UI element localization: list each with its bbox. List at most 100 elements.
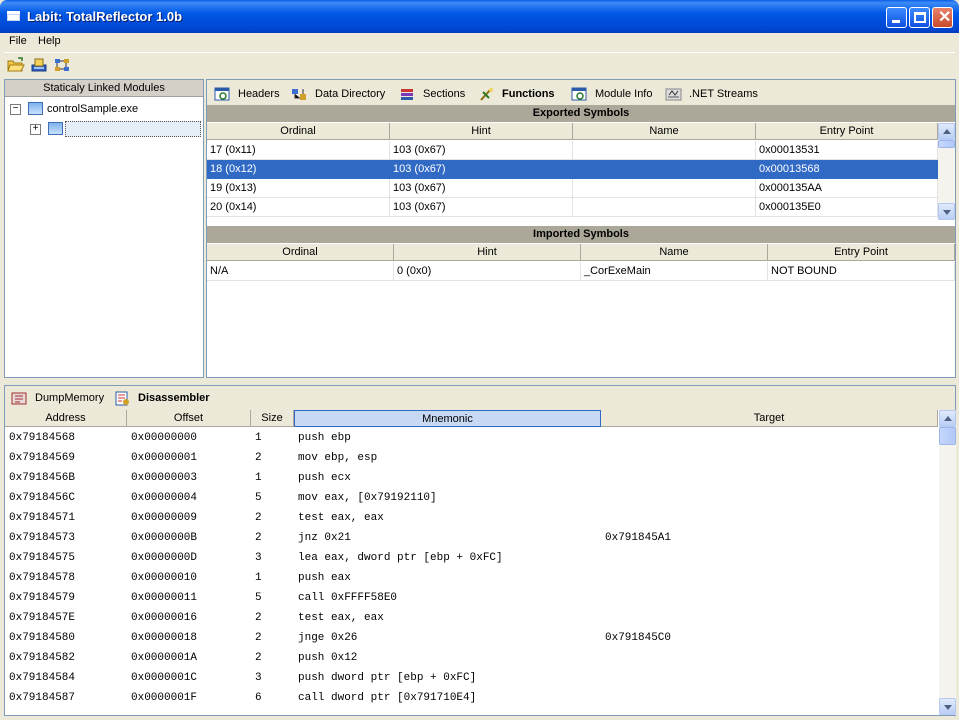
table-row[interactable]: 0x79184571 0x00000009 2 test eax, eax <box>5 508 938 528</box>
maximize-button[interactable] <box>909 7 930 28</box>
table-row[interactable]: 0x79184573 0x0000000B 2 jnz 0x21 0x791845A1 <box>5 528 938 548</box>
tree-child-node[interactable]: + <box>29 121 201 139</box>
tab-data-directory[interactable]: Data Directory <box>291 86 385 102</box>
table-cell[interactable]: NOT BOUND <box>768 262 955 281</box>
title-bar[interactable]: Labit: TotalReflector 1.0b ✕ <box>0 0 959 33</box>
table-cell[interactable]: 0x00013568 <box>756 160 938 179</box>
imported-col-name[interactable]: Name <box>581 244 768 261</box>
table-cell[interactable] <box>573 179 756 198</box>
table-row[interactable]: 0x79184582 0x0000001A 2 push 0x12 <box>5 648 938 668</box>
scroll-down-button[interactable] <box>939 698 956 715</box>
table-row[interactable]: 0x79184584 0x0000001C 3 push dword ptr [ebp… <box>5 668 938 688</box>
load-module-icon[interactable] <box>30 57 48 73</box>
scroll-thumb[interactable] <box>938 140 955 148</box>
menu-file[interactable]: File <box>9 35 27 47</box>
table-cell: 0x00000001 <box>131 452 198 464</box>
table-cell[interactable]: 103 (0x67) <box>390 160 573 179</box>
exported-scrollbar[interactable] <box>938 123 955 220</box>
table-row[interactable]: N/A <box>207 262 394 281</box>
sections-icon <box>401 88 413 100</box>
exported-col-hint[interactable]: Hint <box>390 123 573 140</box>
menu-help[interactable]: Help <box>38 35 61 47</box>
table-row[interactable]: 0x79184578 0x00000010 1 push eax <box>5 568 938 588</box>
table-row[interactable]: 0x79184580 0x00000018 2 jnge 0x26 0x791845C0 <box>5 628 938 648</box>
table-row[interactable]: 20 (0x14) <box>207 198 390 217</box>
table-cell: push eax <box>298 572 351 584</box>
pe-tab-strip: Headers Data Directory Sections Function… <box>207 80 955 106</box>
disasm-col-target[interactable]: Target <box>601 410 938 427</box>
imported-col-hint[interactable]: Hint <box>394 244 581 261</box>
table-cell[interactable]: 0x00013531 <box>756 141 938 160</box>
disasm-col-size[interactable]: Size <box>251 410 294 427</box>
table-row[interactable]: 19 (0x13) <box>207 179 390 198</box>
table-row[interactable]: 0x7918457E 0x00000016 2 test eax, eax <box>5 608 938 628</box>
table-cell: 0x79184578 <box>9 572 76 584</box>
table-cell: push 0x12 <box>298 652 358 664</box>
table-cell[interactable]: 0x000135E0 <box>756 198 938 217</box>
table-row-selected[interactable]: 18 (0x12) <box>207 160 390 179</box>
functions-icon <box>480 87 493 101</box>
window-icon <box>7 11 20 21</box>
reflect-icon[interactable] <box>53 57 71 73</box>
tab-functions[interactable]: Functions <box>478 86 555 102</box>
tab-headers[interactable]: Headers <box>214 86 280 102</box>
tab-disassembler-label: Disassembler <box>138 392 210 404</box>
tab-dump-memory[interactable]: DumpMemory <box>11 390 104 406</box>
memory-panel: DumpMemory Disassembler Address Offset S… <box>4 385 956 716</box>
table-cell: call dword ptr [0x791710E4] <box>298 692 477 704</box>
tab-net-streams-label: .NET Streams <box>689 88 758 100</box>
table-cell[interactable]: _CorExeMain <box>581 262 768 281</box>
table-row[interactable]: 0x79184587 0x0000001F 6 call dword ptr [0x7… <box>5 688 938 708</box>
table-cell[interactable]: 103 (0x67) <box>390 198 573 217</box>
collapse-icon[interactable]: − <box>10 104 21 115</box>
minimize-button[interactable] <box>886 7 907 28</box>
table-row[interactable]: 0x7918456B 0x00000003 1 push ecx <box>5 468 938 488</box>
imported-col-ordinal[interactable]: Ordinal <box>207 244 394 261</box>
table-cell: 2 <box>255 612 262 624</box>
table-row[interactable]: 0x79184579 0x00000011 5 call 0xFFFF58E0 <box>5 588 938 608</box>
table-cell[interactable] <box>573 141 756 160</box>
table-cell: 0x7918456B <box>9 472 76 484</box>
tab-sections[interactable]: Sections <box>399 86 465 102</box>
close-button[interactable]: ✕ <box>932 7 953 28</box>
table-row[interactable]: 0x79184568 0x00000000 1 push ebp <box>5 428 938 448</box>
exported-col-name[interactable]: Name <box>573 123 756 140</box>
open-folder-icon[interactable] <box>7 57 25 73</box>
tab-headers-label: Headers <box>238 88 280 100</box>
disasm-col-offset[interactable]: Offset <box>127 410 251 427</box>
table-cell: jnge 0x26 <box>298 632 358 644</box>
table-row[interactable]: 0x79184575 0x0000000D 3 lea eax, dword ptr … <box>5 548 938 568</box>
scroll-thumb[interactable] <box>939 427 956 445</box>
scroll-down-button[interactable] <box>938 203 955 220</box>
table-row[interactable]: 0x7918456C 0x00000004 5 mov eax, [0x7919211… <box>5 488 938 508</box>
table-row[interactable]: 17 (0x11) <box>207 141 390 160</box>
table-cell: 6 <box>255 692 262 704</box>
tab-dump-memory-label: DumpMemory <box>35 392 105 404</box>
table-cell[interactable] <box>573 160 756 179</box>
close-icon: ✕ <box>938 9 952 26</box>
tab-disassembler[interactable]: Disassembler <box>114 390 210 406</box>
disasm-scrollbar[interactable] <box>939 410 956 715</box>
disasm-table-body: 0x79184568 0x00000000 1 push ebp 0x79184569 0… <box>5 428 938 715</box>
scroll-up-button[interactable] <box>938 123 955 140</box>
table-cell: 0x0000001A <box>131 652 198 664</box>
tab-sections-label: Sections <box>423 88 466 100</box>
exported-col-ordinal[interactable]: Ordinal <box>207 123 390 140</box>
disasm-col-address[interactable]: Address <box>5 410 127 427</box>
exported-col-entry-point[interactable]: Entry Point <box>756 123 938 140</box>
tree-root-node[interactable]: − controlSample.exe <box>9 100 199 118</box>
table-cell[interactable] <box>573 198 756 217</box>
table-row[interactable]: 0x79184569 0x00000001 2 mov ebp, esp <box>5 448 938 468</box>
table-cell[interactable]: 0x000135AA <box>756 179 938 198</box>
table-cell[interactable]: 0 (0x0) <box>394 262 581 281</box>
tab-module-info[interactable]: Module Info <box>571 86 652 102</box>
scroll-up-button[interactable] <box>939 410 956 427</box>
tab-net-streams[interactable]: .NET Streams <box>665 86 758 102</box>
expand-icon[interactable]: + <box>30 124 41 135</box>
disasm-col-mnemonic[interactable]: Mnemonic <box>294 410 601 427</box>
table-cell <box>605 568 935 588</box>
imported-col-entry-point[interactable]: Entry Point <box>768 244 955 261</box>
table-cell[interactable]: 103 (0x67) <box>390 179 573 198</box>
dump-memory-icon <box>11 392 27 404</box>
table-cell[interactable]: 103 (0x67) <box>390 141 573 160</box>
